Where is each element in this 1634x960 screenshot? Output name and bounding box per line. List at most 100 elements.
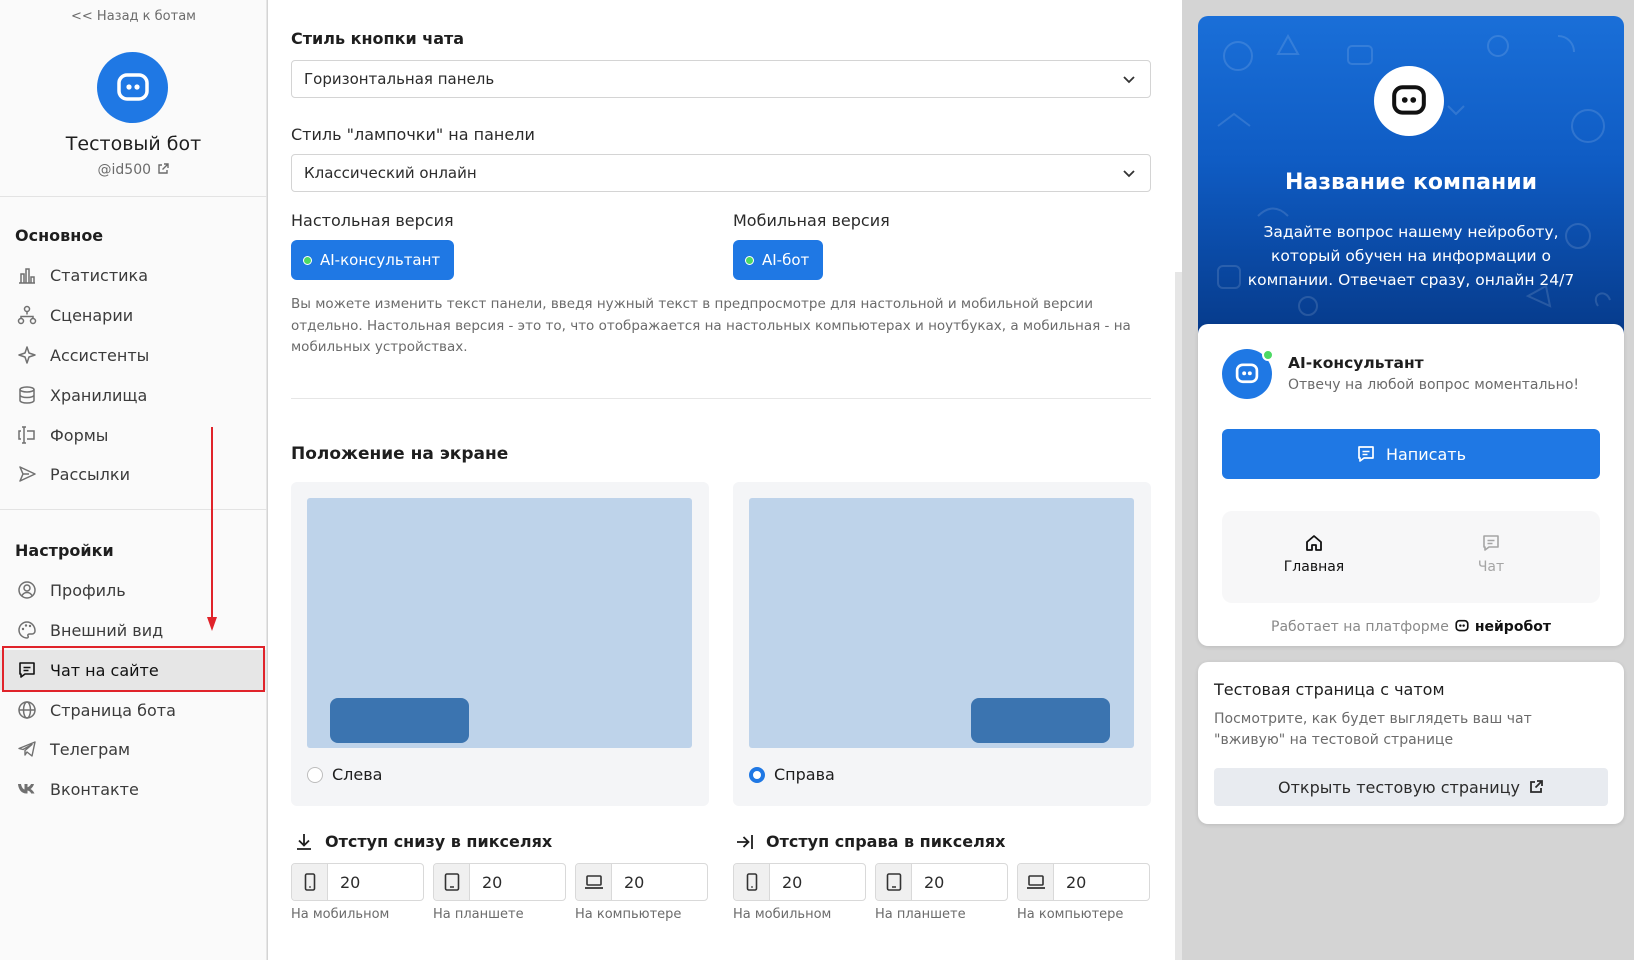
tablet-icon (876, 864, 912, 900)
offset-right-tablet-value[interactable]: 20 (912, 864, 1007, 900)
position-preview-screen (749, 498, 1134, 748)
offset-bottom-tablet-input[interactable]: 20 (433, 863, 566, 901)
powered-by-text: Работает на платформе (1271, 619, 1449, 635)
telegram-icon (16, 738, 38, 760)
bulb-style-select[interactable]: Классический онлайн (291, 154, 1151, 192)
sidebar-item-assistants[interactable]: Ассистенты (0, 335, 267, 375)
form-icon (16, 424, 38, 446)
offset-right-tablet-input[interactable]: 20 (875, 863, 1008, 901)
sidebar-item-bot-page[interactable]: Страница бота (0, 690, 267, 730)
laptop-icon (1018, 864, 1054, 900)
arrow-right-to-line-icon (736, 833, 754, 851)
brand-name: нейробот (1474, 619, 1551, 635)
caption-mobile: На мобильном (291, 907, 390, 922)
offset-right-mobile-value[interactable]: 20 (770, 864, 865, 900)
company-description[interactable]: Задайте вопрос нашему нейроботу, который… (1228, 220, 1594, 292)
agent-subtitle[interactable]: Отвечу на любой вопрос моментально! (1288, 377, 1579, 393)
tab-chat[interactable]: Чат (1431, 533, 1551, 575)
bot-face-icon (116, 72, 149, 101)
caption-desktop: На компьютере (1017, 907, 1124, 922)
open-test-page-button[interactable]: Открыть тестовую страницу (1214, 768, 1608, 806)
smartphone-icon (292, 864, 328, 900)
offset-bottom-desktop-value[interactable]: 20 (612, 864, 707, 900)
bulb-style-value: Классический онлайн (304, 164, 477, 182)
sidebar-divider (0, 509, 267, 510)
position-right-label[interactable]: Справа (774, 765, 835, 784)
company-name[interactable]: Название компании (1198, 170, 1624, 195)
sidebar-item-statistics[interactable]: Статистика (0, 255, 267, 295)
bulb-style-label: Стиль "лампочки" на панели (291, 125, 535, 144)
mobile-version-label: Мобильная версия (733, 211, 890, 230)
position-right-radio-row[interactable]: Справа (749, 765, 835, 784)
mobile-panel-preview-button[interactable]: AI-бот (733, 240, 824, 280)
back-to-bots-link[interactable]: << Назад к ботам (0, 9, 267, 24)
sidebar-item-appearance[interactable]: Внешний вид (0, 610, 267, 650)
agent-name[interactable]: AI-консультант (1288, 354, 1424, 372)
arrow-down-to-line-icon (295, 833, 313, 851)
sidebar-item-storages[interactable]: Хранилища (0, 375, 267, 415)
bot-handle[interactable]: @id500 (0, 162, 267, 178)
offset-bottom-mobile-input[interactable]: 20 (291, 863, 424, 901)
position-option-left[interactable]: Слева (291, 482, 709, 806)
sidebar-item-label: Формы (50, 425, 109, 445)
bot-avatar (97, 52, 168, 123)
offset-right-desktop-value[interactable]: 20 (1054, 864, 1149, 900)
write-button-label: Написать (1385, 444, 1467, 464)
position-left-label[interactable]: Слева (332, 765, 382, 784)
sidebar-item-label: Страница бота (50, 700, 176, 720)
powered-by[interactable]: Работает на платформе нейробот (1198, 619, 1624, 635)
offset-bottom-title: Отступ снизу в пикселях (295, 832, 552, 851)
sidebar-item-label: Телеграм (50, 739, 131, 759)
offset-bottom-mobile-value[interactable]: 20 (328, 864, 423, 900)
scrollbar-track[interactable] (1175, 272, 1182, 960)
sparkle-icon (16, 344, 38, 366)
position-option-right[interactable]: Справа (733, 482, 1151, 806)
sidebar-item-label: Сценарии (50, 305, 134, 325)
desktop-panel-text[interactable]: AI-консультант (320, 251, 440, 269)
section-divider (291, 398, 1151, 399)
sidebar-item-profile[interactable]: Профиль (0, 570, 267, 610)
sidebar-item-label: Статистика (50, 265, 148, 285)
chat-button-style-label: Стиль кнопки чата (291, 29, 465, 48)
offset-bottom-tablet-value[interactable]: 20 (470, 864, 565, 900)
chat-button-style-select[interactable]: Горизонтальная панель (291, 60, 1151, 98)
main-content (268, 0, 1182, 960)
widget-preview-card: AI-консультант Отвечу на любой вопрос мо… (1198, 324, 1624, 646)
offset-right-desktop-input[interactable]: 20 (1017, 863, 1150, 901)
sidebar-item-label: Хранилища (50, 385, 148, 405)
offset-right-title: Отступ справа в пикселях (736, 832, 1005, 851)
sidebar-item-label: Рассылки (50, 464, 130, 484)
offset-bottom-title-text: Отступ снизу в пикселях (325, 832, 553, 851)
online-dot-icon (745, 255, 754, 265)
caption-tablet: На планшете (875, 907, 966, 922)
external-link-icon[interactable] (157, 163, 170, 175)
sidebar-item-label: Ассистенты (50, 345, 150, 365)
desktop-panel-preview-button[interactable]: AI-консультант (291, 240, 455, 280)
sidebar-item-forms[interactable]: Формы (0, 415, 267, 455)
tab-home[interactable]: Главная (1254, 533, 1374, 575)
mobile-panel-text[interactable]: AI-бот (762, 251, 809, 269)
sidebar-item-mailings[interactable]: Рассылки (0, 454, 267, 494)
position-left-radio-row[interactable]: Слева (307, 765, 382, 784)
company-avatar (1374, 66, 1444, 136)
sidebar-item-vkontakte[interactable]: Вконтакте (0, 769, 267, 809)
position-preview-button (971, 698, 1110, 743)
sidebar-item-label: Профиль (50, 580, 126, 600)
chat-icon (1483, 535, 1499, 551)
radio-left[interactable] (307, 766, 323, 783)
sidebar-item-telegram[interactable]: Телеграм (0, 729, 267, 769)
offset-bottom-desktop-input[interactable]: 20 (575, 863, 708, 901)
sidebar-item-scenarios[interactable]: Сценарии (0, 295, 267, 335)
position-preview-button (330, 698, 469, 743)
write-button[interactable]: Написать (1222, 429, 1600, 479)
bar-chart-icon (16, 264, 38, 286)
vk-icon (16, 778, 38, 800)
globe-icon (16, 699, 38, 721)
annotation-arrow (207, 427, 217, 631)
caption-tablet: На планшете (433, 907, 524, 922)
offset-right-mobile-input[interactable]: 20 (733, 863, 866, 901)
bot-handle-text[interactable]: @id500 (98, 162, 152, 178)
widget-tabs: Главная Чат (1222, 511, 1600, 603)
palette-icon (16, 619, 38, 641)
radio-right-selected[interactable] (749, 766, 765, 783)
